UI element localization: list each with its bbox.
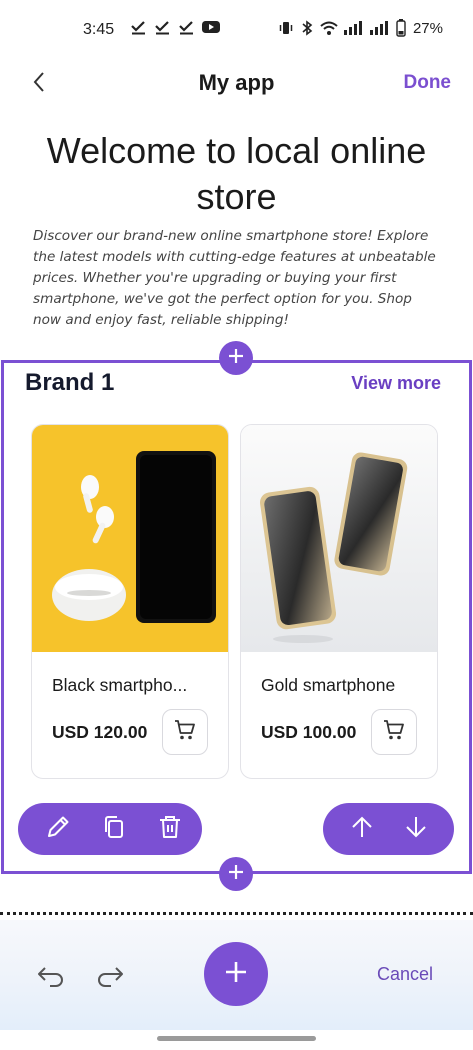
- plus-icon: [224, 960, 248, 989]
- move-down-button[interactable]: [401, 814, 431, 844]
- product-card[interactable]: Gold smartphone USD 100.00: [240, 424, 438, 779]
- edit-icon: [45, 814, 71, 845]
- welcome-description: Discover our brand-new online smartphone…: [33, 228, 436, 328]
- move-up-button[interactable]: [347, 814, 377, 844]
- youtube-icon: [202, 20, 220, 34]
- plus-icon: [228, 348, 244, 369]
- section-edit-toolbar: [18, 803, 202, 855]
- system-icons: 27%: [278, 19, 443, 37]
- status-bar: 3:45 27%: [0, 0, 473, 60]
- arrow-up-icon: [350, 815, 374, 844]
- signal-icon: [343, 21, 364, 35]
- cart-icon: [173, 718, 197, 747]
- status-time: 3:45: [83, 21, 115, 38]
- product-name: Black smartpho...: [52, 675, 188, 695]
- vibrate-icon: [278, 20, 294, 36]
- product-image-gold-smartphone: [241, 425, 437, 652]
- undo-icon: [36, 967, 66, 994]
- product-card[interactable]: Black smartpho... USD 120.00: [31, 424, 229, 779]
- bottom-action-bar: Cancel: [0, 920, 473, 1030]
- battery-percent: 27%: [412, 19, 443, 37]
- undo-button[interactable]: [36, 962, 68, 992]
- redo-button[interactable]: [95, 962, 127, 992]
- cancel-button[interactable]: Cancel: [377, 964, 433, 985]
- duplicate-button[interactable]: [99, 814, 129, 844]
- product-name: Gold smartphone: [261, 675, 396, 695]
- add-section-below-button[interactable]: [219, 857, 253, 891]
- check-icon: [130, 19, 147, 35]
- check-icon: [154, 19, 171, 35]
- duplicate-icon: [101, 814, 127, 845]
- redo-icon: [95, 967, 125, 994]
- section-move-toolbar: [323, 803, 454, 855]
- home-indicator[interactable]: [157, 1036, 316, 1041]
- view-more-link[interactable]: View more: [351, 373, 441, 394]
- plus-icon: [228, 864, 244, 885]
- add-to-cart-button[interactable]: [371, 709, 417, 755]
- section-title: Brand 1: [25, 369, 115, 396]
- notification-icons: [130, 19, 220, 35]
- check-icon: [178, 19, 195, 35]
- cart-icon: [382, 718, 406, 747]
- arrow-down-icon: [404, 815, 428, 844]
- bluetooth-icon: [300, 20, 314, 36]
- add-section-above-button[interactable]: [219, 341, 253, 375]
- delete-button[interactable]: [155, 814, 185, 844]
- add-to-cart-button[interactable]: [162, 709, 208, 755]
- divider: [0, 912, 473, 915]
- product-price: USD 120.00: [52, 722, 148, 742]
- welcome-title: Welcome to local online store: [46, 130, 427, 217]
- wifi-icon: [320, 21, 338, 36]
- delete-icon: [157, 814, 183, 845]
- done-button[interactable]: Done: [404, 72, 452, 94]
- signal-icon: [369, 21, 390, 35]
- top-nav: My app Done: [0, 60, 473, 108]
- add-component-button[interactable]: [204, 942, 268, 1006]
- edit-button[interactable]: [43, 814, 73, 844]
- page-title: My app: [198, 70, 275, 95]
- product-image-black-smartphone: [32, 425, 228, 652]
- product-price: USD 100.00: [261, 722, 357, 742]
- battery-icon: [396, 19, 406, 37]
